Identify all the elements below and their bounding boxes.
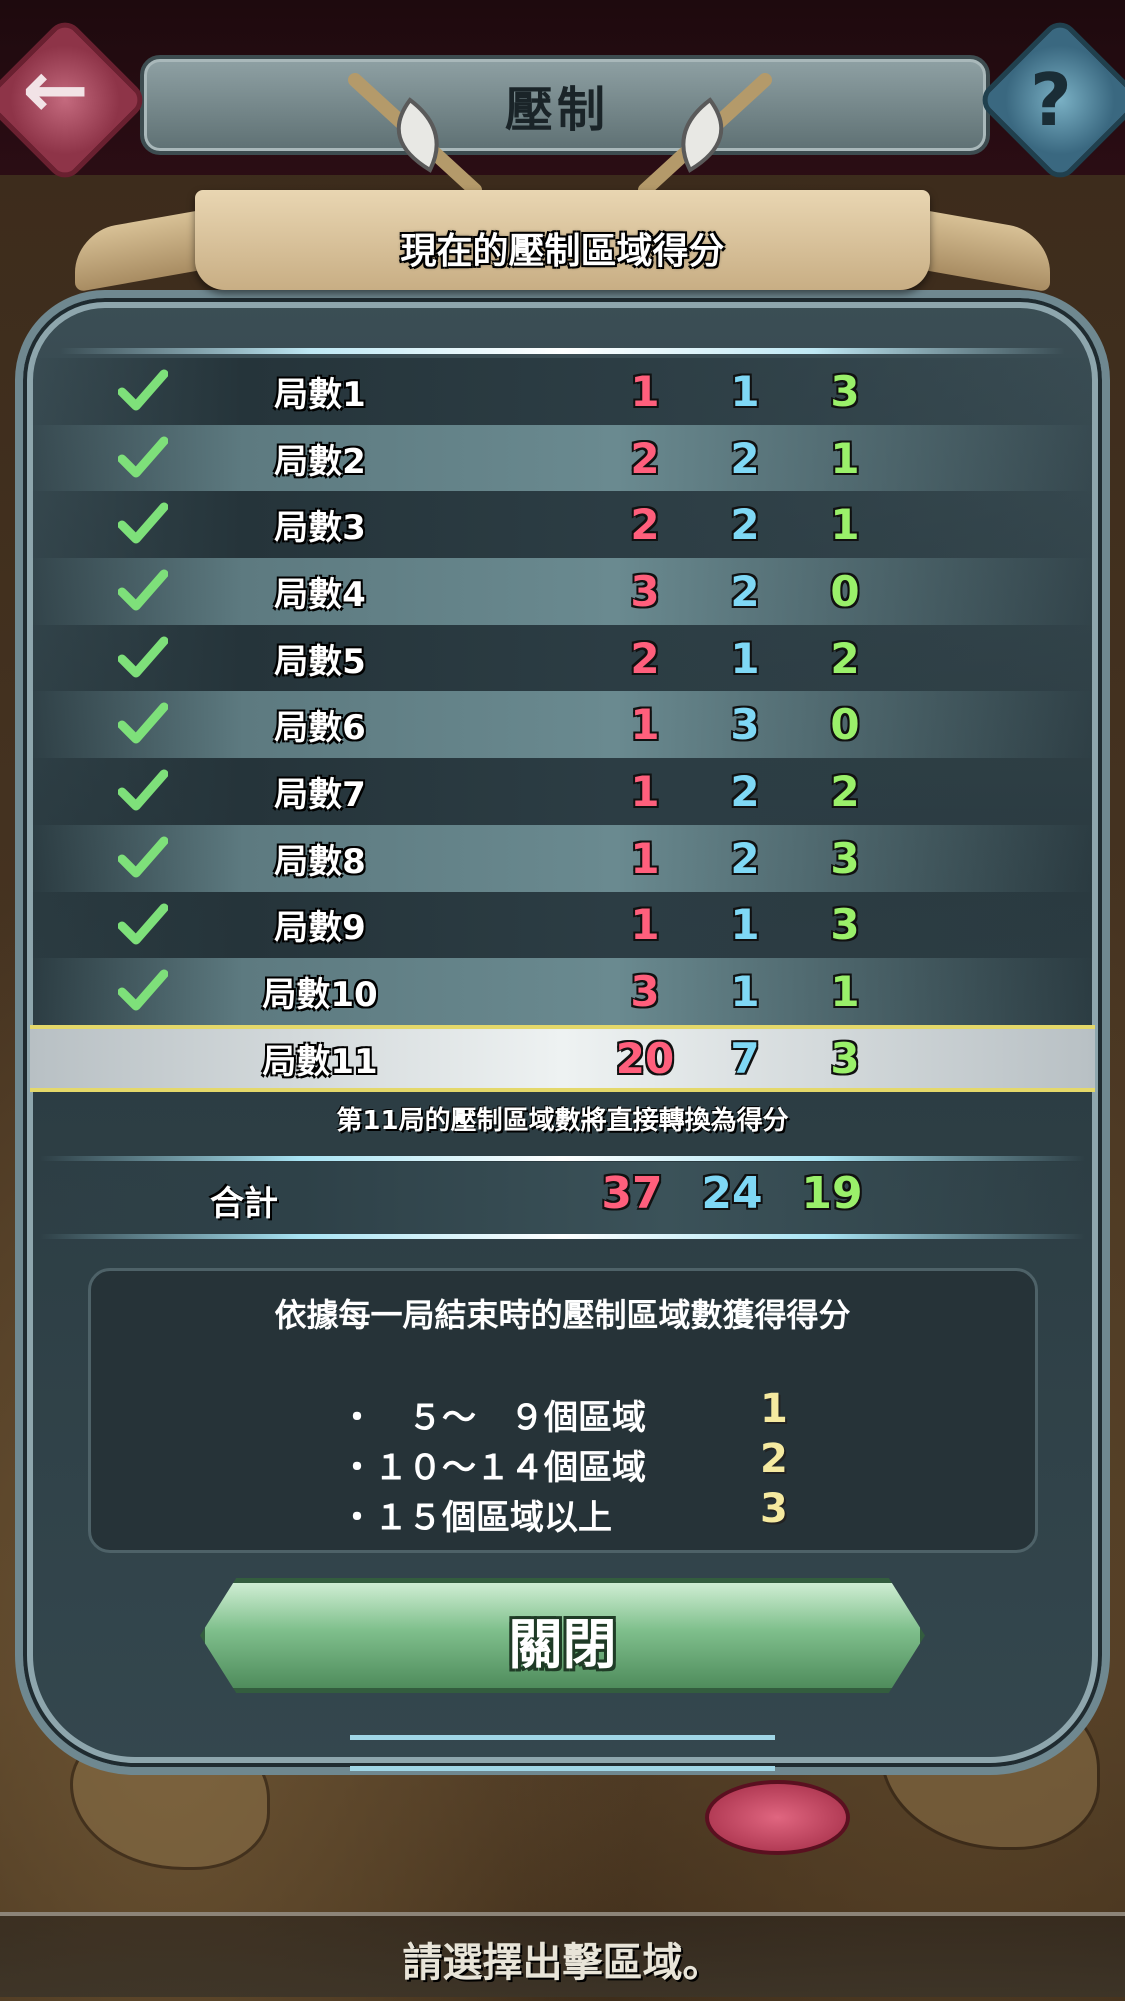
round-row: 局數8 1 2 3 (30, 824, 1095, 892)
banner-title: 現在的壓制區域得分 (400, 231, 725, 272)
tier-points: 2 (760, 1436, 788, 1482)
round-row: 局數6 1 3 0 (30, 691, 1095, 759)
round-row: 局數10 3 1 1 (30, 958, 1095, 1025)
map-marker (705, 1780, 850, 1855)
blue-score: 1 (730, 366, 760, 416)
bottom-prompt: 請選擇出擊區域。 (402, 1940, 723, 1986)
divider (40, 1234, 1085, 1239)
round-label: 局數8 (274, 841, 366, 882)
round-label: 局數10 (262, 975, 378, 1016)
round-row: 局數4 3 2 0 (30, 558, 1095, 625)
panel-ornament (350, 1735, 775, 1771)
red-score: 2 (630, 500, 660, 550)
tier-label: ・１０～１４個區域 (340, 1448, 646, 1488)
total-green-score: 19 (801, 1168, 863, 1219)
divider (40, 1156, 1085, 1161)
red-score: 1 (630, 900, 660, 950)
round-row: 局數7 1 2 2 (30, 758, 1095, 825)
round-row: 局數9 1 1 3 (30, 891, 1095, 959)
blue-score: 2 (730, 566, 760, 616)
blue-score: 1 (730, 633, 760, 683)
total-row (40, 1162, 1085, 1234)
round-label: 局數7 (274, 774, 366, 815)
green-score: 0 (830, 700, 860, 750)
scoring-info-title: 依據每一局結束時的壓制區域數獲得得分 (274, 1296, 851, 1334)
round-label: 局數1 (274, 374, 366, 415)
green-score: 3 (830, 1033, 860, 1083)
red-score: 1 (630, 833, 660, 883)
blue-score: 1 (730, 900, 760, 950)
blue-score: 2 (730, 500, 760, 550)
current-round-row: 局數11 20 7 3 (30, 1024, 1095, 1092)
red-score: 1 (630, 366, 660, 416)
red-score: 3 (630, 566, 660, 616)
blue-score: 7 (730, 1033, 760, 1083)
blue-score: 2 (730, 766, 760, 816)
round-label: 局數3 (274, 508, 366, 549)
round-label: 局數9 (274, 908, 366, 949)
check-icon (118, 369, 168, 411)
green-score: 0 (830, 566, 860, 616)
red-score: 3 (630, 967, 660, 1017)
close-button-label[interactable]: 關閉 (0, 1600, 1125, 1679)
tier-label: ・ ５～ ９個區域 (340, 1398, 646, 1438)
blue-score: 2 (730, 433, 760, 483)
blue-score: 3 (730, 700, 760, 750)
round-row: 局數3 2 2 1 (30, 491, 1095, 559)
red-score: 2 (630, 433, 660, 483)
green-score: 2 (830, 766, 860, 816)
green-score: 1 (830, 967, 860, 1017)
check-icon (118, 569, 168, 611)
axe-icon-right (638, 73, 772, 197)
check-icon (118, 502, 168, 544)
axe-icon-left (348, 73, 482, 197)
rounds-list: 局數1 1 1 3 局數2 2 2 1 局數3 2 2 1 局數4 3 2 0 … (30, 358, 1095, 1092)
divider (60, 348, 1065, 354)
total-red-score: 37 (601, 1168, 663, 1219)
check-icon (118, 702, 168, 744)
tier-points: 1 (760, 1386, 788, 1432)
blue-score: 2 (730, 833, 760, 883)
check-icon (118, 636, 168, 678)
tier-points: 3 (760, 1486, 788, 1532)
total-blue-score: 24 (701, 1168, 763, 1219)
round-row: 局數1 1 1 3 (30, 358, 1095, 425)
round-row: 局數2 2 2 1 (30, 424, 1095, 492)
help-icon[interactable]: ? (1030, 58, 1072, 142)
red-score: 1 (630, 700, 660, 750)
round-label: 局數5 (274, 641, 366, 682)
green-score: 3 (830, 366, 860, 416)
green-score: 1 (830, 500, 860, 550)
red-score: 2 (630, 633, 660, 683)
round-note: 第11局的壓制區域數將直接轉換為得分 (336, 1106, 789, 1136)
blue-score: 1 (730, 967, 760, 1017)
round-row: 局數5 2 1 2 (30, 624, 1095, 692)
green-score: 3 (830, 833, 860, 883)
round-label: 局數2 (274, 441, 366, 482)
green-score: 1 (830, 433, 860, 483)
red-score: 1 (630, 766, 660, 816)
arrow-left-icon[interactable]: ← (22, 50, 102, 130)
round-label: 局數11 (262, 1041, 378, 1082)
check-icon (118, 836, 168, 878)
round-label: 局數6 (274, 708, 366, 749)
red-score: 20 (615, 1033, 675, 1083)
round-label: 局數4 (274, 574, 366, 615)
green-score: 2 (830, 633, 860, 683)
check-icon (118, 969, 168, 1011)
green-score: 3 (830, 900, 860, 950)
check-icon (118, 436, 168, 478)
tier-label: ・１５個區域以上 (340, 1498, 612, 1538)
check-icon (118, 769, 168, 811)
total-label: 合計 (210, 1184, 278, 1224)
page-title: 壓制 (505, 82, 610, 138)
check-icon (118, 903, 168, 944)
